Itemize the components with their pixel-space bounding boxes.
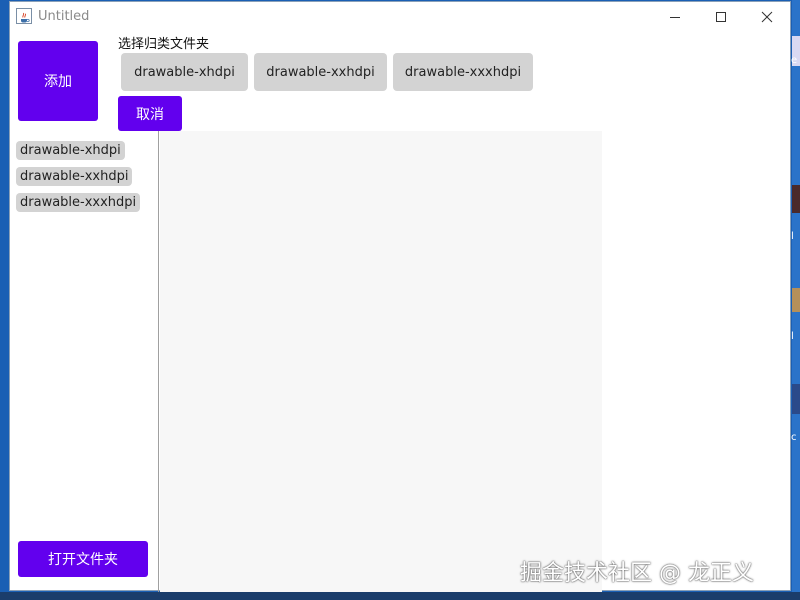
folder-button-xxhdpi[interactable]: drawable-xxhdpi <box>254 53 387 91</box>
maximize-icon <box>716 12 726 22</box>
list-item-xxhdpi[interactable]: drawable-xxhdpi <box>16 167 133 186</box>
close-button[interactable] <box>744 2 790 32</box>
folder-list: drawable-xhdpi drawable-xxhdpi drawable-… <box>16 141 141 219</box>
maximize-button[interactable] <box>698 2 744 32</box>
preview-area <box>160 131 602 592</box>
close-icon <box>761 11 773 23</box>
folder-select-label: 选择归类文件夹 <box>118 37 210 52</box>
title-bar[interactable]: Untitled <box>10 2 790 32</box>
minimize-button[interactable] <box>652 2 698 32</box>
desktop-icon[interactable] <box>792 185 800 213</box>
list-item-xhdpi[interactable]: drawable-xhdpi <box>16 141 125 160</box>
watermark: 掘金技术社区 @ 龙正义 <box>520 561 754 586</box>
open-folder-button[interactable]: 打开文件夹 <box>18 541 148 577</box>
desktop-icon[interactable] <box>792 384 800 414</box>
window-title: Untitled <box>38 9 90 24</box>
add-button[interactable]: 添加 <box>18 41 98 121</box>
list-item-xxxhdpi[interactable]: drawable-xxxhdpi <box>16 193 141 212</box>
app-window: Untitled 添加 选择归类文件夹 drawable-xhdpi drawa… <box>9 1 791 592</box>
desktop-icon-label: c <box>791 432 797 443</box>
cancel-button[interactable]: 取消 <box>118 96 182 131</box>
desktop-icon[interactable] <box>792 288 800 312</box>
panel-divider <box>158 131 159 592</box>
desktop-icon-label: l <box>791 331 794 342</box>
desktop-icon-label: e <box>791 55 798 66</box>
folder-button-xhdpi[interactable]: drawable-xhdpi <box>121 53 248 91</box>
minimize-icon <box>670 17 680 18</box>
desktop-icon-label: l <box>791 231 794 242</box>
java-app-icon <box>16 8 32 24</box>
taskbar <box>0 592 800 600</box>
folder-button-xxxhdpi[interactable]: drawable-xxxhdpi <box>393 53 533 91</box>
